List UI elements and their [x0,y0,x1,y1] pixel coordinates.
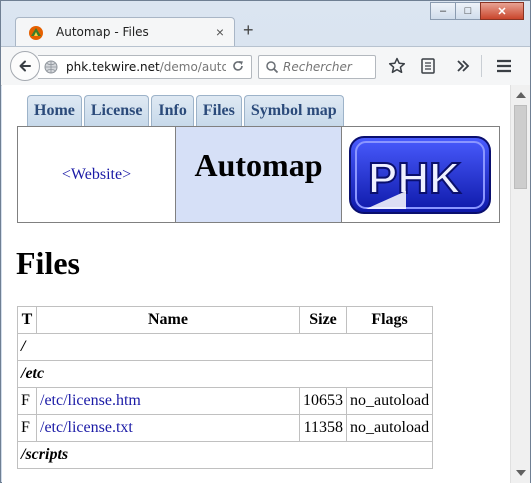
table-row: F /etc/license.txt 11358 no_autoload [17,414,434,442]
banner-link-cell: <Website> [18,127,176,222]
banner-title: Automap [194,147,323,183]
logo-lettering: PHK [368,154,461,203]
toolbar-separator [481,55,482,77]
file-flags: no_autoload [345,387,434,415]
table-row: /etc [16,360,434,388]
site-banner: <Website> Automap PHK [17,126,500,223]
column-header-type: T [17,306,37,334]
site-tab-license[interactable]: License [83,95,150,126]
files-table: T Name Size Flags / /etc F /etc/license.… [16,306,434,469]
file-size: 10653 [299,387,347,415]
reload-icon[interactable] [231,59,245,73]
maximize-button[interactable]: □ [455,2,481,20]
vertical-scrollbar[interactable] [510,85,530,483]
column-header-name: Name [36,306,300,334]
file-link[interactable]: /etc/license.htm [40,392,141,409]
search-input[interactable] [283,59,373,75]
site-tab-info[interactable]: Info [151,95,194,126]
file-type: F [17,414,37,442]
minimize-button[interactable]: – [430,2,456,20]
page-viewport: Home License Info Files Symbol map <Webs… [2,85,510,483]
url-text[interactable]: phk.tekwire.net/demo/auto [66,60,226,74]
file-flags: no_autoload [345,414,434,442]
table-row: F /etc/license.htm 10653 no_autoload [17,387,434,415]
page-title: Files [16,245,80,281]
title-bar: Automap - Files × + – □ ✕ [1,1,530,47]
file-name-cell: /etc/license.txt [36,414,300,442]
scroll-up-arrow-icon[interactable] [516,92,526,98]
window-controls: – □ ✕ [430,2,524,20]
hamburger-menu-icon[interactable] [495,57,513,75]
globe-icon [44,60,58,74]
dir-name: /scripts [16,441,434,469]
firefox-favicon [29,26,43,40]
browser-tab-active[interactable]: Automap - Files × [15,17,235,47]
site-tab-symbol-map[interactable]: Symbol map [243,95,344,126]
scroll-down-arrow-icon[interactable] [516,470,526,476]
tab-close-icon[interactable]: × [216,24,224,40]
browser-window: Automap - Files × + – □ ✕ phk.tekwire.ne… [0,0,531,483]
url-path: /demo/auto [159,60,226,74]
phk-logo: PHK [342,127,499,222]
file-link[interactable]: /etc/license.txt [40,419,133,436]
new-tab-button[interactable]: + [243,21,254,39]
file-size: 11358 [299,414,347,442]
column-header-flags: Flags [345,306,434,334]
reading-list-icon[interactable] [419,57,437,75]
dir-name: /etc [16,360,434,388]
file-type: F [17,387,37,415]
tab-title: Automap - Files [56,25,149,39]
table-row: / [16,333,434,361]
overflow-chevron-icon[interactable] [454,57,472,75]
site-tab-files[interactable]: Files [195,95,242,126]
bookmark-star-icon[interactable] [388,57,406,75]
file-name-cell: /etc/license.htm [36,387,300,415]
close-window-button[interactable]: ✕ [480,2,524,20]
url-bar[interactable]: phk.tekwire.net/demo/auto [38,55,252,79]
column-header-size: Size [299,306,347,334]
back-arrow-icon [19,60,31,72]
table-row: /scripts [16,441,434,469]
search-icon [266,61,279,74]
table-header-row: T Name Size Flags [17,306,434,334]
nav-toolbar: phk.tekwire.net/demo/auto [1,46,530,86]
scrollbar-thumb[interactable] [514,105,527,189]
dir-name: / [16,333,434,361]
search-bar[interactable] [258,55,376,79]
website-link[interactable]: <Website> [62,166,131,184]
phk-logo-image: PHK [348,135,491,214]
back-button[interactable] [10,51,40,81]
banner-title-cell: Automap [176,127,342,222]
site-nav-tabs: Home License Info Files Symbol map [27,95,346,126]
url-host: phk.tekwire.net [66,60,160,74]
site-tab-home[interactable]: Home [27,95,82,126]
